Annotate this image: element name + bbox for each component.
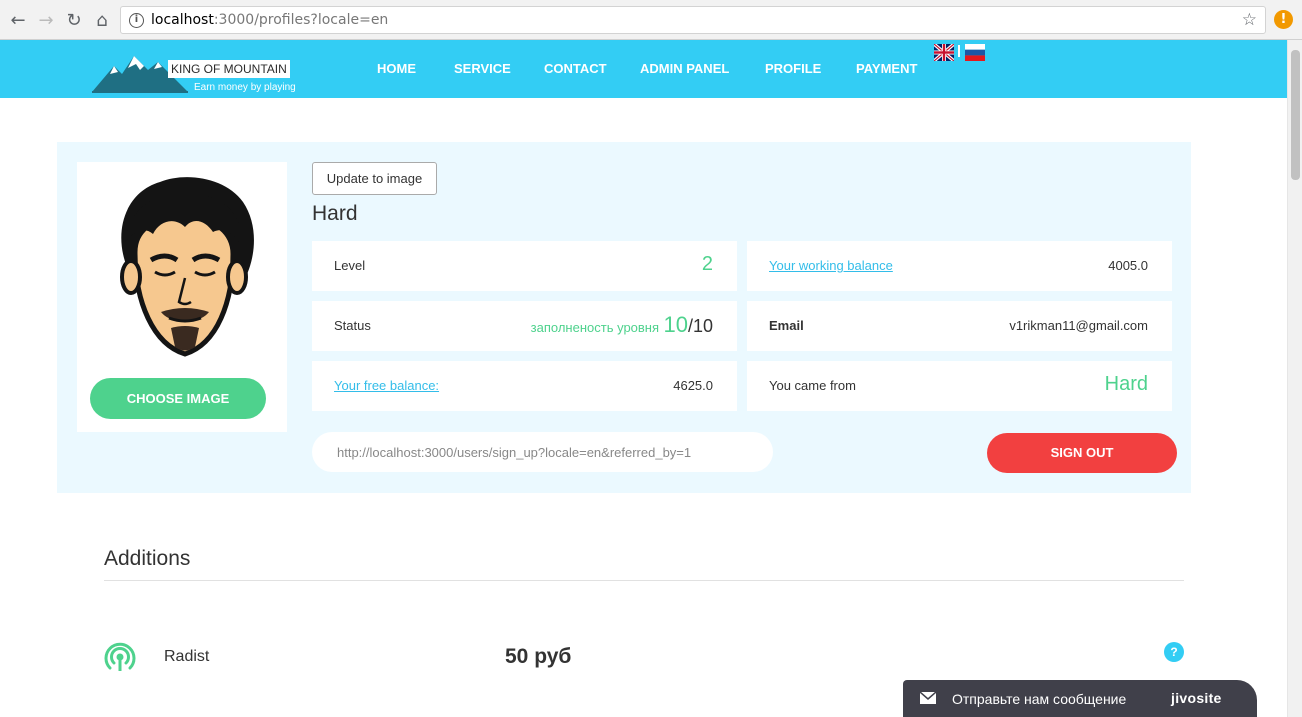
additions-title: Additions xyxy=(104,547,191,570)
level-card: Level 2 xyxy=(312,241,737,291)
envelope-icon xyxy=(920,692,936,704)
back-icon[interactable]: ← xyxy=(6,8,30,32)
nav-contact[interactable]: CONTACT xyxy=(544,61,607,76)
status-card: Status заполненость уровня 10/10 xyxy=(312,301,737,351)
user-name: Hard xyxy=(312,202,358,225)
nav-payment[interactable]: PAYMENT xyxy=(856,61,917,76)
nav-home[interactable]: HOME xyxy=(377,61,416,76)
update-image-button[interactable]: Update to image xyxy=(312,162,437,195)
nav-profile[interactable]: PROFILE xyxy=(765,61,821,76)
uk-flag-icon[interactable] xyxy=(934,44,954,61)
addition-price: 50 руб xyxy=(505,645,572,668)
avatar-card: CHOOSE IMAGE xyxy=(77,162,287,432)
addition-name: Radist xyxy=(164,648,210,665)
bookmark-star-icon[interactable]: ☆ xyxy=(1242,10,1257,30)
site-header: KING OF MOUNTAIN Earn money by playing H… xyxy=(0,40,1287,98)
sign-out-button[interactable]: SIGN OUT xyxy=(987,433,1177,473)
choose-image-button[interactable]: CHOOSE IMAGE xyxy=(90,378,266,419)
email-card: Email v1rikman11@gmail.com xyxy=(747,301,1172,351)
russia-flag-icon[interactable] xyxy=(965,44,985,61)
address-url: localhost:3000/profiles?locale=en xyxy=(151,12,389,28)
logo-tagline: Earn money by playing xyxy=(194,82,296,93)
browser-toolbar: ← → ↻ ⌂ i localhost:3000/profiles?locale… xyxy=(0,0,1302,40)
info-icon[interactable]: i xyxy=(129,13,144,28)
flag-separator xyxy=(958,45,960,57)
referral-link-field[interactable] xyxy=(312,432,773,472)
chat-widget[interactable]: Отправьте нам сообщение jivosite xyxy=(903,680,1257,717)
email-value: v1rikman11@gmail.com xyxy=(1009,318,1148,333)
site-logo[interactable]: KING OF MOUNTAIN Earn money by playing xyxy=(92,52,302,96)
email-label: Email xyxy=(769,318,804,333)
avatar xyxy=(120,177,254,357)
address-bar[interactable]: i localhost:3000/profiles?locale=en ☆ xyxy=(120,6,1266,34)
came-from-label: You came from xyxy=(769,378,856,393)
logo-title: KING OF MOUNTAIN xyxy=(168,60,290,78)
nav-service[interactable]: SERVICE xyxy=(454,61,511,76)
working-balance-link[interactable]: Your working balance xyxy=(769,258,893,273)
status-current: 10 xyxy=(663,312,688,337)
came-from-value: Hard xyxy=(1104,373,1148,395)
status-value: заполненость уровня 10/10 xyxy=(531,312,713,338)
came-from-card: You came from Hard xyxy=(747,361,1172,411)
page-scrollbar[interactable] xyxy=(1287,40,1302,717)
status-label: Status xyxy=(334,318,371,333)
forward-icon[interactable]: → xyxy=(34,8,58,32)
nav-admin-panel[interactable]: ADMIN PANEL xyxy=(640,61,729,76)
chat-prompt: Отправьте нам сообщение xyxy=(952,691,1127,707)
signal-icon xyxy=(104,642,136,671)
status-text: заполненость уровня xyxy=(530,320,660,335)
status-total: /10 xyxy=(687,316,713,336)
scrollbar-thumb[interactable] xyxy=(1291,50,1300,180)
level-value: 2 xyxy=(701,253,713,275)
working-balance-value: 4005.0 xyxy=(1108,258,1148,273)
home-icon[interactable]: ⌂ xyxy=(90,8,114,32)
chat-brand: jivosite xyxy=(1171,690,1222,706)
additions-divider xyxy=(104,580,1184,581)
help-icon[interactable]: ? xyxy=(1164,642,1184,662)
working-balance-card: Your working balance 4005.0 xyxy=(747,241,1172,291)
level-label: Level xyxy=(334,258,366,273)
free-balance-card: Your free balance: 4625.0 xyxy=(312,361,737,411)
free-balance-value: 4625.0 xyxy=(673,378,713,393)
free-balance-link[interactable]: Your free balance: xyxy=(334,378,439,393)
reload-icon[interactable]: ↻ xyxy=(62,8,86,32)
extension-alert-icon[interactable]: ! xyxy=(1274,10,1293,29)
profile-panel: CHOOSE IMAGE Update to image Hard Level … xyxy=(57,142,1191,493)
